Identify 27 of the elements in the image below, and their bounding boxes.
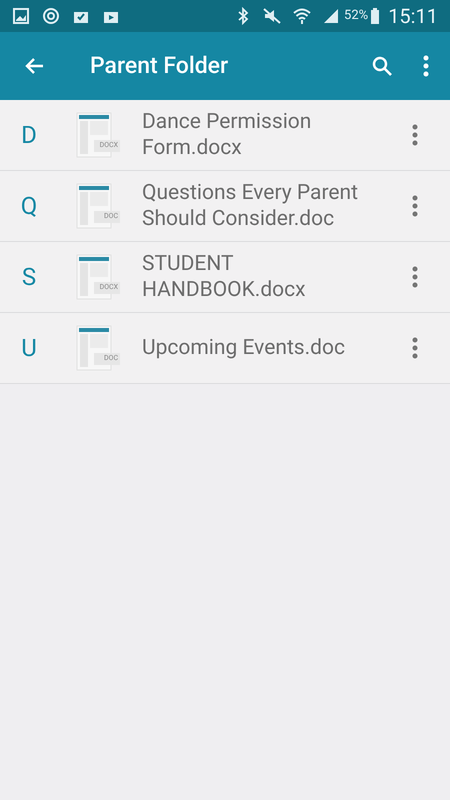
battery-icon	[370, 7, 380, 25]
wifi-icon	[292, 7, 312, 25]
page-title: Parent Folder	[90, 50, 228, 81]
mute-icon	[262, 7, 282, 25]
gallery-icon	[12, 7, 30, 25]
document-icon	[76, 254, 120, 300]
more-vert-icon	[423, 55, 429, 77]
file-name: Dance Permission Form.docx	[142, 109, 312, 161]
document-icon	[76, 112, 120, 158]
search-icon	[370, 54, 394, 78]
file-name: Upcoming Events.doc	[142, 335, 346, 361]
more-vert-icon	[412, 124, 418, 146]
index-letter: S	[20, 262, 38, 293]
document-icon	[76, 325, 120, 371]
more-vert-icon	[412, 337, 418, 359]
clock-time: 15:11	[388, 3, 438, 30]
battery-percent: 52%	[344, 7, 368, 26]
index-letter: Q	[20, 191, 38, 222]
index-letter: U	[20, 333, 38, 364]
document-icon	[76, 183, 120, 229]
signal-icon	[322, 7, 340, 25]
more-vert-icon	[412, 195, 418, 217]
more-vert-icon	[412, 266, 418, 288]
bluetooth-icon	[236, 7, 250, 25]
index-letter: D	[20, 120, 38, 151]
file-name: Questions Every Parent Should Consider.doc	[142, 180, 359, 232]
file-name: STUDENT HANDBOOK.docx	[142, 251, 307, 303]
